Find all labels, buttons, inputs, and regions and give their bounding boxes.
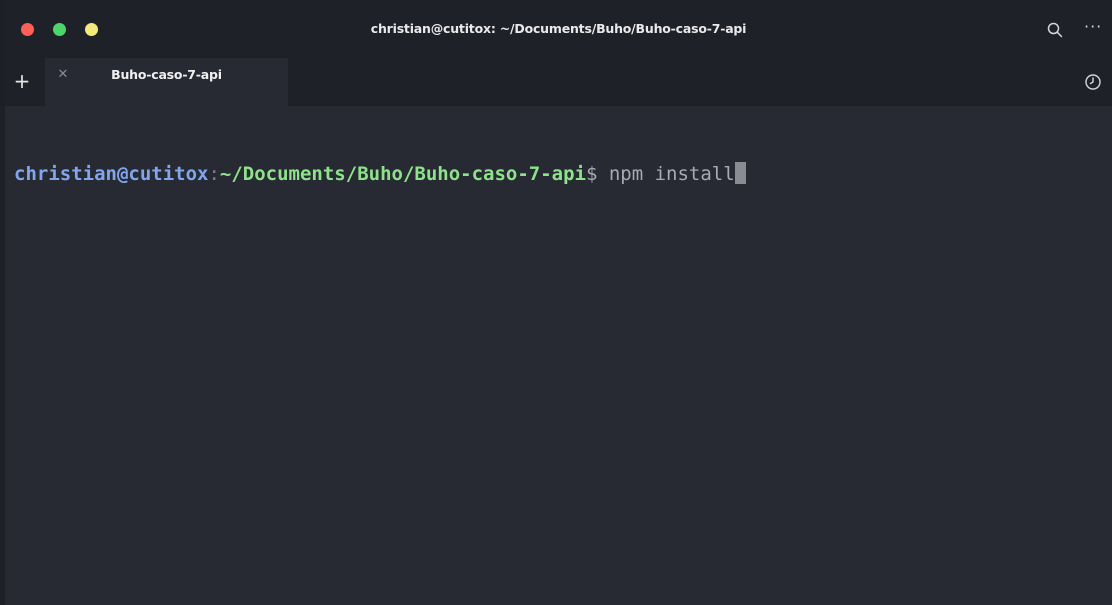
new-tab-button[interactable]: +	[13, 70, 31, 92]
prompt-user: christian@cutitox	[14, 163, 209, 185]
terminal-output[interactable]: christian@cutitox:~/Documents/Buho/Buho-…	[14, 104, 1104, 244]
prompt-path: ~/Documents/Buho/Buho-caso-7-api	[219, 163, 586, 185]
prompt-symbol: $	[585, 163, 598, 185]
prompt-separator: :	[208, 163, 220, 185]
command-text: npm install	[597, 163, 735, 185]
tab-label: Buho-caso-7-api	[111, 67, 222, 82]
tab-bar: + ✕ Buho-caso-7-api	[5, 58, 1112, 106]
search-icon[interactable]	[1046, 21, 1064, 39]
text-cursor	[734, 162, 746, 184]
title-bar[interactable]: christian@cutitox: ~/Documents/Buho/Buho…	[5, 0, 1112, 58]
tab-buho-caso-7-api[interactable]: ✕ Buho-caso-7-api	[45, 58, 288, 106]
window-title: christian@cutitox: ~/Documents/Buho/Buho…	[370, 21, 747, 36]
history-clock-icon[interactable]	[1084, 73, 1102, 91]
more-horizontal-icon[interactable]: ···	[1084, 18, 1102, 36]
prompt-line: christian@cutitox:~/Documents/Buho/Buho-…	[14, 160, 1104, 188]
terminal-window: christian@cutitox: ~/Documents/Buho/Buho…	[0, 0, 1112, 605]
